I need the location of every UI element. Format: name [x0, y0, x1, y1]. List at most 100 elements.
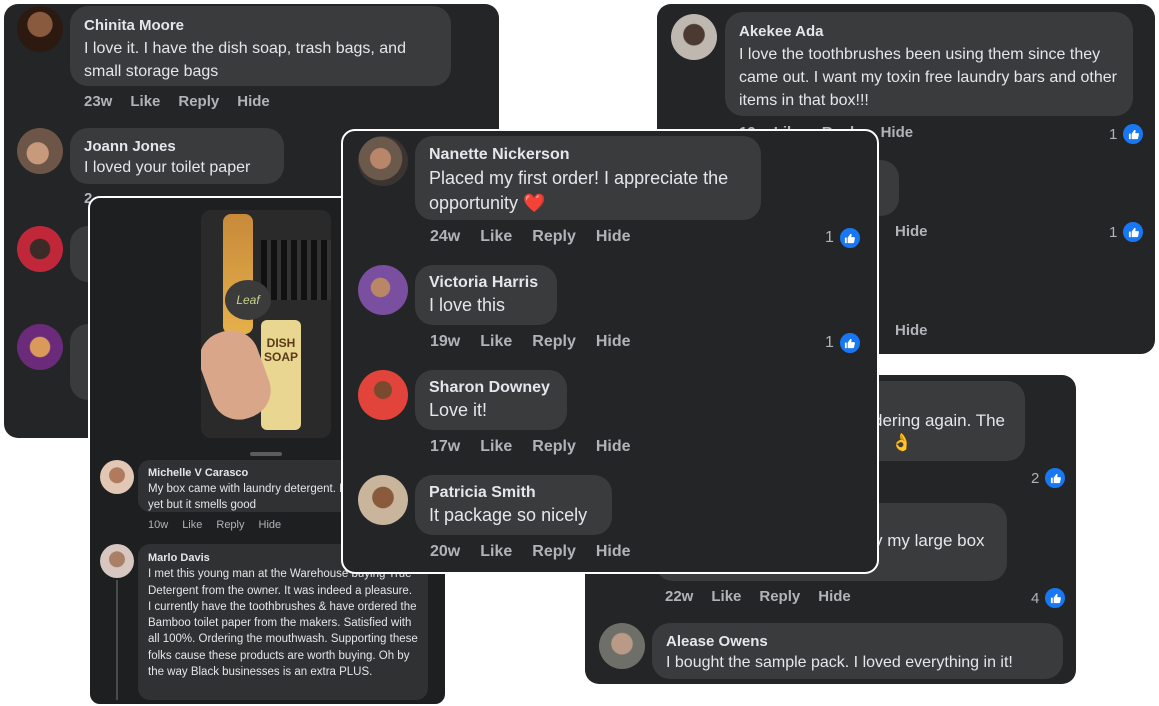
comment-text: I love it. I have the dish soap, trash b…: [84, 40, 406, 80]
thumbs-up-icon: [837, 331, 862, 355]
reaction-count[interactable]: 1: [825, 226, 862, 250]
heart-icon: ❤️: [523, 193, 546, 213]
comment-text-partial: y my large box: [874, 531, 985, 550]
comment-bubble: Victoria Harris I love this: [415, 265, 557, 325]
product-label: Leaf: [225, 280, 271, 320]
commenter-name[interactable]: Patricia Smith: [429, 483, 598, 503]
video-thumbnail[interactable]: Leaf DISH SOAP: [201, 210, 331, 438]
hide-button[interactable]: Hide: [259, 519, 282, 531]
comment-bubble: Nanette Nickerson Placed my first order!…: [415, 136, 761, 220]
avatar-joann-jones[interactable]: [17, 128, 63, 174]
thumbs-up-icon: [1121, 122, 1146, 146]
commenter-name[interactable]: Akekee Ada: [739, 20, 1119, 43]
comment-bubble: Joann Jones I loved your toilet paper: [70, 128, 284, 184]
reaction-count[interactable]: 4: [1031, 586, 1068, 610]
comment-time: 20w: [430, 543, 461, 560]
reaction-count[interactable]: 1: [825, 331, 862, 355]
commenter-name[interactable]: Sharon Downey: [429, 378, 553, 398]
comment-actions: 23w Like Reply Hide: [84, 93, 288, 110]
comment-actions: 24w Like Reply Hide: [430, 228, 649, 246]
reaction-count[interactable]: 1: [1109, 122, 1146, 146]
comment-text: Love it!: [429, 400, 488, 420]
like-button[interactable]: Like: [480, 228, 512, 245]
hide-button[interactable]: Hide: [237, 93, 270, 110]
avatar-nanette-nickerson[interactable]: [358, 136, 408, 186]
comments-panel-center: Nanette Nickerson Placed my first order!…: [341, 129, 879, 574]
comment-actions: 10w Like Reply Hide: [148, 519, 299, 531]
reaction-count[interactable]: 2: [1031, 466, 1068, 490]
avatar-alease-owens[interactable]: [599, 623, 645, 669]
avatar-marlo-davis[interactable]: [100, 544, 134, 578]
reaction-count[interactable]: 1: [1109, 220, 1146, 244]
drag-handle[interactable]: [250, 452, 282, 456]
reaction-count-value: 4: [1031, 589, 1040, 607]
reply-button[interactable]: Reply: [532, 438, 576, 455]
comment-text: I met this young man at the Warehouse bu…: [148, 568, 418, 679]
avatar-patricia-smith[interactable]: [358, 475, 408, 525]
comment-text: I bought the sample pack. I loved everyt…: [666, 654, 1013, 671]
reply-button[interactable]: Reply: [216, 519, 244, 531]
reaction-count-value: 1: [1109, 223, 1118, 241]
reply-button[interactable]: Reply: [532, 333, 576, 350]
reaction-count-value: 1: [825, 229, 834, 246]
comment-bubble: Akekee Ada I love the toothbrushes been …: [725, 12, 1133, 116]
avatar-victoria-harris[interactable]: [358, 265, 408, 315]
reaction-count-value: 1: [1109, 125, 1118, 143]
comment-time: 10w: [148, 519, 169, 531]
comment-text: I love this: [429, 295, 506, 315]
hide-button[interactable]: Hide: [596, 333, 631, 350]
like-button[interactable]: Like: [480, 543, 512, 560]
comment-time: 17w: [430, 438, 461, 455]
thumbs-up-icon: [1121, 220, 1146, 244]
reaction-count-value: 1: [825, 334, 834, 351]
comment-text: I loved your toilet paper: [84, 159, 251, 176]
thumbs-up-icon: [1043, 466, 1068, 490]
hide-button[interactable]: Hide: [881, 124, 914, 141]
commenter-name[interactable]: Victoria Harris: [429, 273, 543, 293]
comment-actions: 22w Like Reply Hide: [665, 588, 869, 605]
hide-button[interactable]: Hide: [596, 543, 631, 560]
hide-button[interactable]: Hide: [596, 438, 631, 455]
commenter-name[interactable]: Chinita Moore: [84, 14, 437, 37]
hide-button[interactable]: Hide: [895, 322, 928, 339]
comment-bubble: Sharon Downey Love it!: [415, 370, 567, 430]
comment-bubble: Patricia Smith It package so nicely: [415, 475, 612, 535]
reply-button[interactable]: Reply: [532, 228, 576, 245]
comment-text: I love the toothbrushes been using them …: [739, 46, 1117, 109]
thread-line: [116, 580, 118, 700]
comment-actions: 20w Like Reply Hide: [430, 543, 649, 561]
reaction-count-value: 2: [1031, 469, 1040, 487]
commenter-name[interactable]: Nanette Nickerson: [429, 144, 747, 166]
avatar-akekee-ada[interactable]: [671, 14, 717, 60]
avatar[interactable]: [17, 226, 63, 272]
comment-time: 23w: [84, 93, 113, 110]
like-button[interactable]: Like: [480, 333, 512, 350]
thumbs-up-icon: [837, 226, 862, 250]
avatar[interactable]: [17, 324, 63, 370]
like-button[interactable]: Like: [480, 438, 512, 455]
comment-actions: 17w Like Reply Hide: [430, 438, 649, 456]
avatar-chinita-moore[interactable]: [17, 6, 63, 52]
reply-button[interactable]: Reply: [759, 588, 800, 605]
avatar-michelle-carasco[interactable]: [100, 460, 134, 494]
like-button[interactable]: Like: [130, 93, 160, 110]
hide-button[interactable]: Hide: [596, 228, 631, 245]
like-button[interactable]: Like: [711, 588, 741, 605]
comment-bubble: Chinita Moore I love it. I have the dish…: [70, 6, 451, 86]
comment-text-partial: dering again. The: [873, 411, 1006, 430]
like-button[interactable]: Like: [182, 519, 202, 531]
thumbs-up-icon: [1043, 586, 1068, 610]
commenter-name[interactable]: Joann Jones: [84, 136, 270, 157]
avatar-sharon-downey[interactable]: [358, 370, 408, 420]
reply-button[interactable]: Reply: [532, 543, 576, 560]
hide-button[interactable]: Hide: [895, 223, 928, 240]
product-box: [261, 240, 331, 300]
comment-actions: 19w Like Reply Hide: [430, 333, 649, 351]
hide-button[interactable]: Hide: [818, 588, 851, 605]
comment-text: It package so nicely: [429, 505, 588, 525]
reply-button[interactable]: Reply: [178, 93, 219, 110]
ok-hand-icon: 👌: [891, 433, 913, 452]
commenter-name[interactable]: Alease Owens: [666, 631, 1049, 652]
comment-time: 22w: [665, 588, 694, 605]
comment-text: Placed my first order! I appreciate the …: [429, 168, 729, 213]
